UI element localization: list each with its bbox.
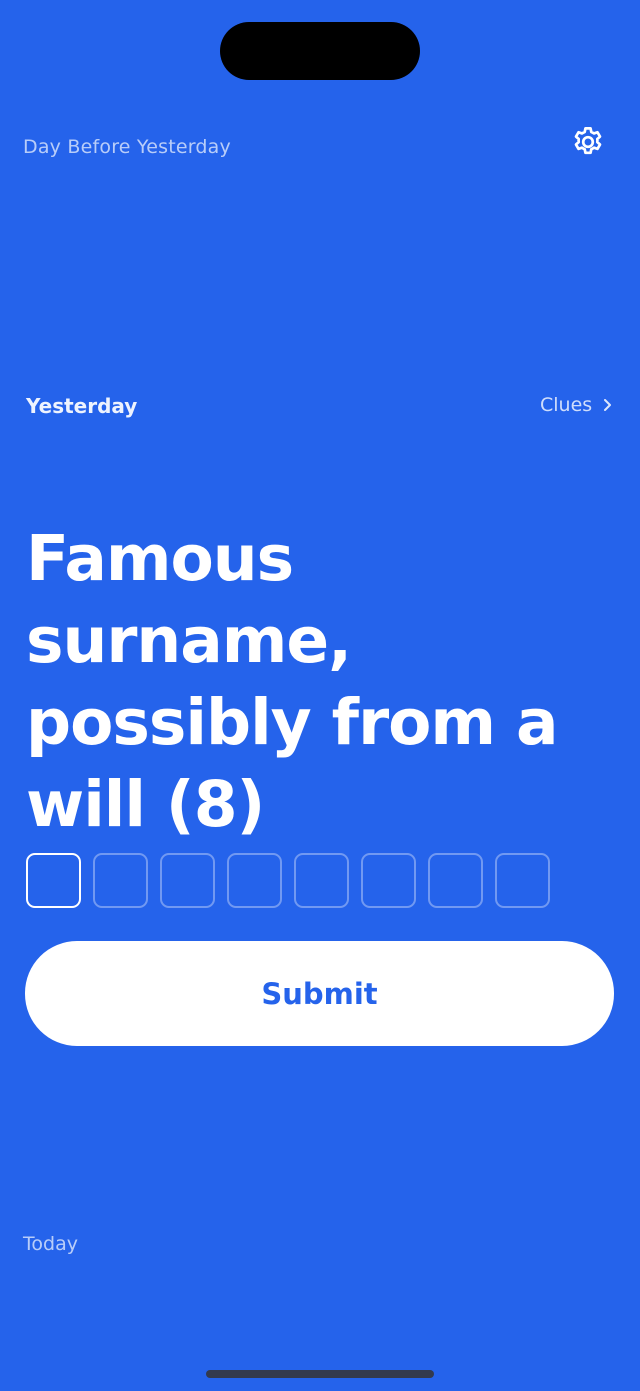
submit-button[interactable]: Submit [25,941,614,1046]
dynamic-island [220,22,420,80]
previous-day-label[interactable]: Day Before Yesterday [23,136,231,158]
answer-letter-box[interactable] [26,853,81,908]
clues-link[interactable]: Clues [540,394,614,416]
answer-letter-box[interactable] [428,853,483,908]
answer-letter-box[interactable] [495,853,550,908]
answer-boxes[interactable] [26,853,550,908]
day-heading: Yesterday [26,394,138,418]
answer-letter-box[interactable] [294,853,349,908]
answer-letter-box[interactable] [361,853,416,908]
clues-link-label: Clues [540,394,593,416]
chevron-right-icon [604,399,612,411]
next-day-label[interactable]: Today [23,1233,78,1255]
answer-letter-box[interactable] [93,853,148,908]
answer-letter-box[interactable] [227,853,282,908]
settings-button[interactable] [568,122,608,162]
clue-text: Famous surname, possibly from a will (8) [26,522,559,841]
home-indicator [206,1370,434,1378]
answer-letter-box[interactable] [160,853,215,908]
gear-icon [574,127,602,155]
